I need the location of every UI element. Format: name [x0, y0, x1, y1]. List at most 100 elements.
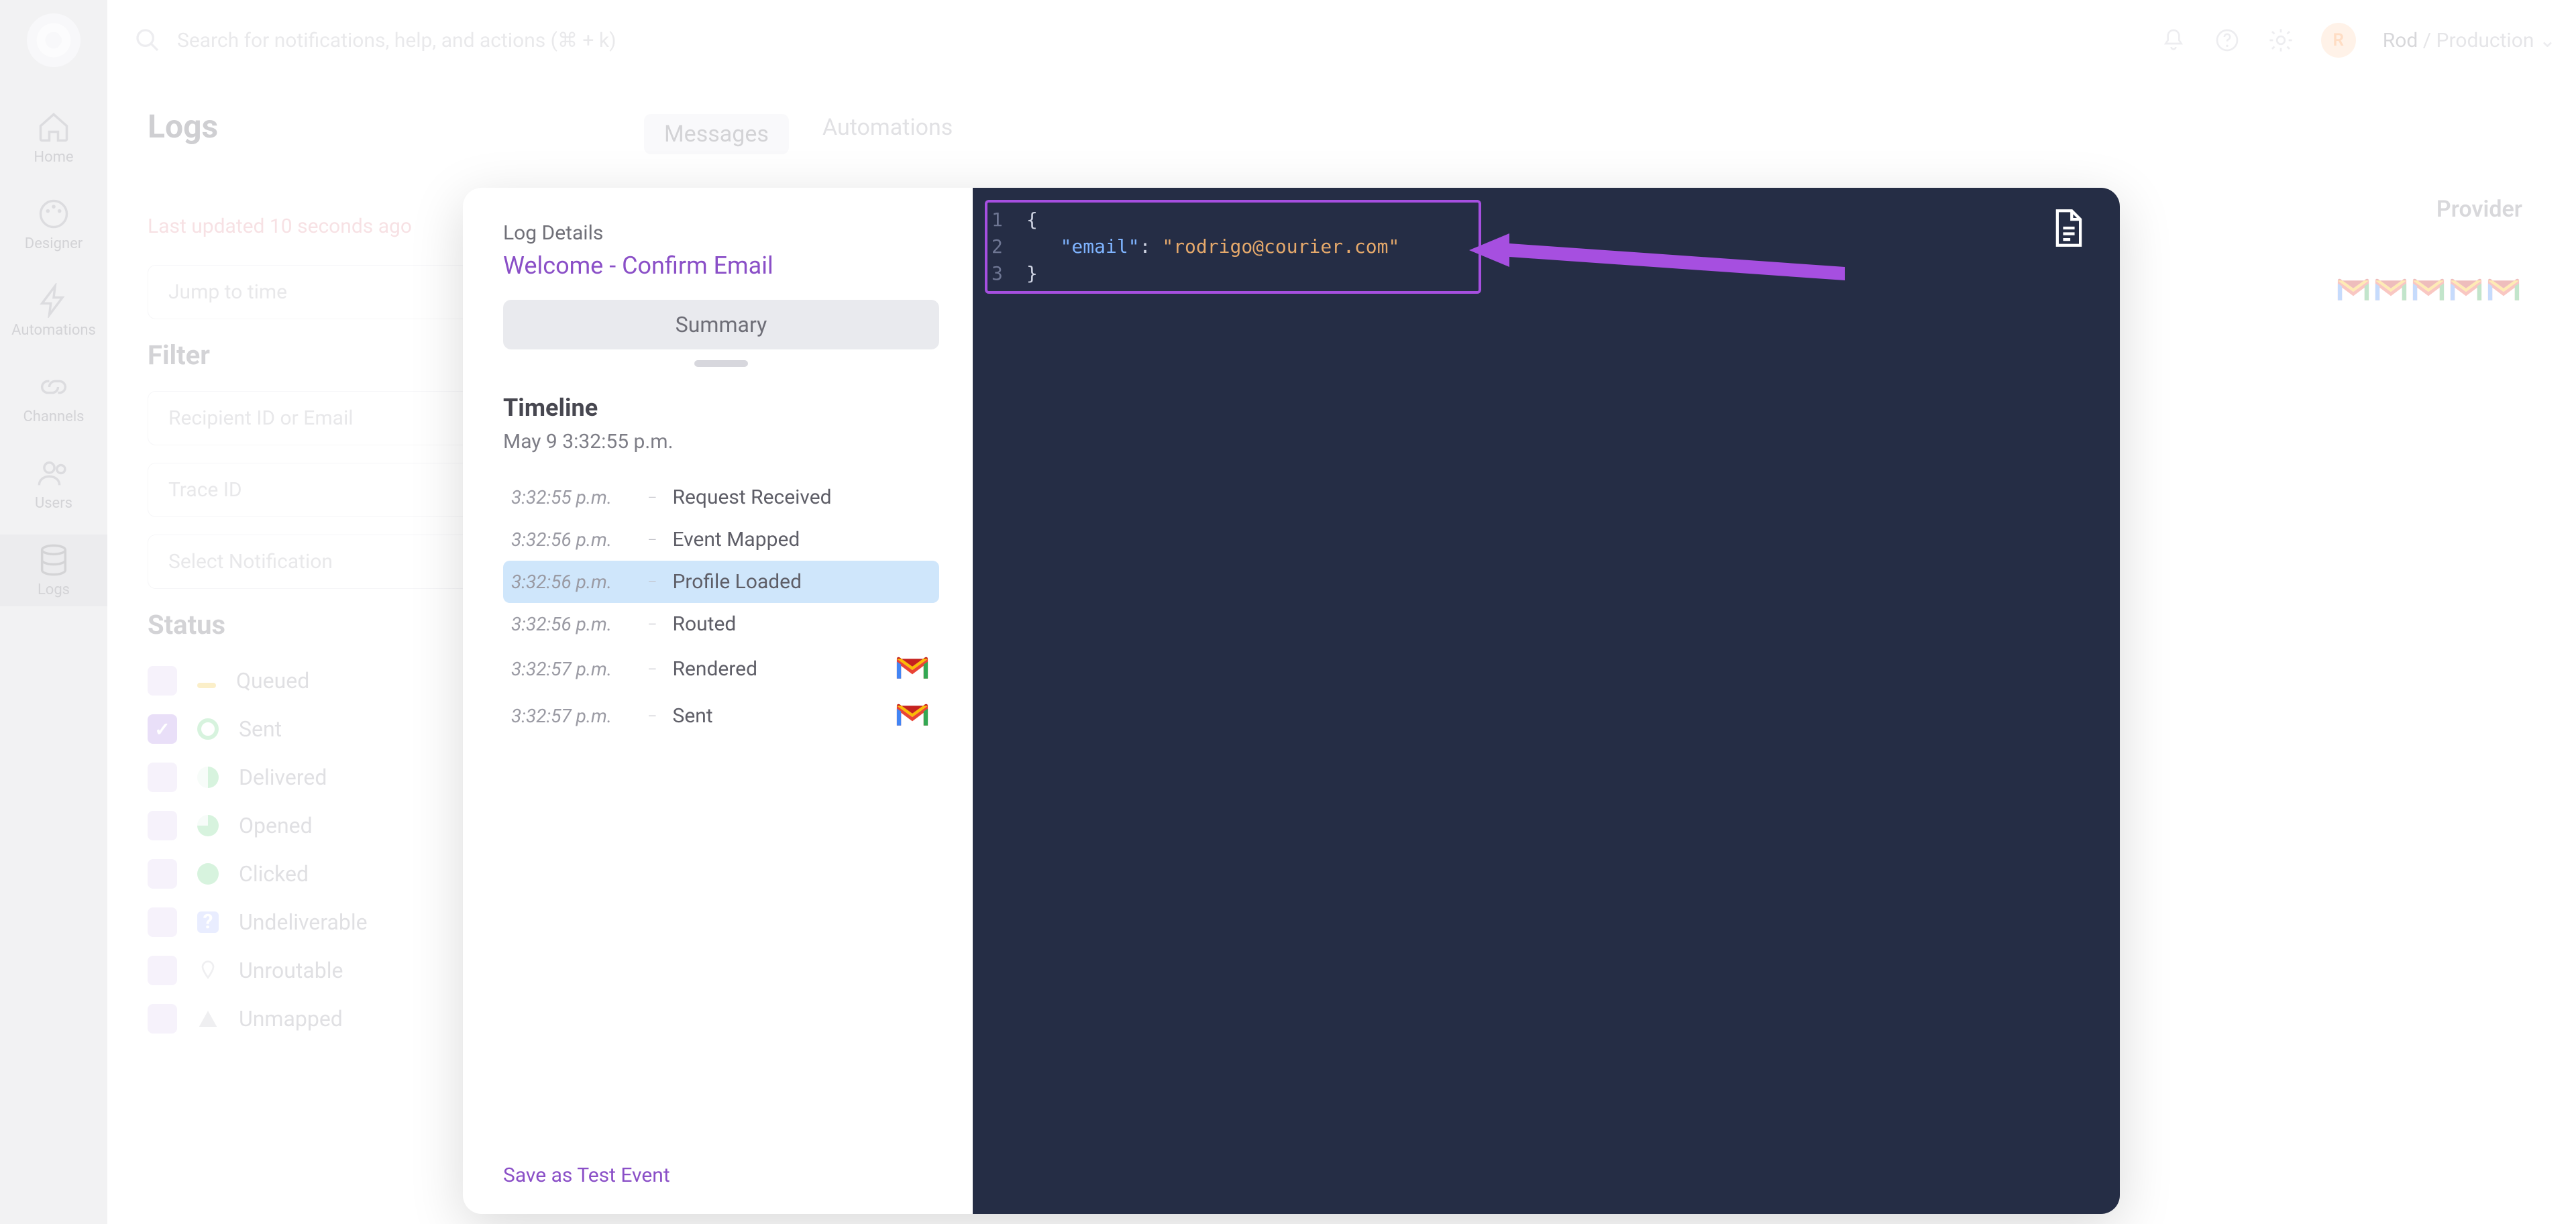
- status-label: Unmapped: [239, 1006, 343, 1032]
- workspace-name: Production: [2436, 29, 2534, 52]
- sidenav-label-channels: Channels: [23, 408, 84, 425]
- sidenav-item-automations[interactable]: Automations: [0, 275, 107, 347]
- timeline-dash: —: [648, 618, 657, 630]
- page-header: Logs: [148, 107, 218, 146]
- gmail-icon: [2410, 276, 2447, 304]
- lightning-icon: [36, 283, 71, 318]
- workspace-switcher[interactable]: Rod / Production ⌄: [2383, 29, 2556, 52]
- timeline-dash: —: [648, 533, 657, 546]
- timeline-event-request-received[interactable]: 3:32:55 p.m.—Request Received: [503, 476, 939, 518]
- summary-tab[interactable]: Summary: [503, 300, 939, 349]
- status-checkbox[interactable]: [148, 956, 177, 985]
- status-row-unroutable[interactable]: Unroutable: [148, 946, 496, 995]
- provider-column: Provider: [2334, 196, 2522, 382]
- logs-left-column: Last updated 10 seconds ago Jump to time…: [148, 215, 496, 1043]
- timeline-event-routed[interactable]: 3:32:56 p.m.—Routed: [503, 603, 939, 645]
- status-indicator-icon: [197, 960, 219, 981]
- status-indicator-icon: ?: [197, 911, 219, 933]
- status-checkbox[interactable]: [148, 907, 177, 937]
- status-label: Delivered: [239, 765, 327, 790]
- gmail-icon: [2372, 276, 2410, 304]
- search-wrap[interactable]: Search for notifications, help, and acti…: [134, 27, 616, 54]
- help-icon[interactable]: [2214, 27, 2241, 54]
- status-checkbox[interactable]: [148, 1004, 177, 1034]
- gear-icon[interactable]: [2267, 27, 2294, 54]
- timeline-time: 3:32:56 p.m.: [511, 571, 632, 593]
- sidenav-item-channels[interactable]: Channels: [0, 361, 107, 433]
- timeline-event-sent[interactable]: 3:32:57 p.m.—Sent: [503, 692, 939, 739]
- save-as-test-event-link[interactable]: Save as Test Event: [503, 1164, 939, 1187]
- search-icon: [134, 27, 161, 54]
- status-row-clicked[interactable]: Clicked: [148, 850, 496, 898]
- tab-messages[interactable]: Messages: [644, 114, 789, 154]
- timeline-dash: —: [648, 491, 657, 504]
- copy-document-icon[interactable]: [2051, 208, 2086, 248]
- sidenav-label-designer: Designer: [25, 235, 83, 252]
- status-label: Undeliverable: [239, 909, 368, 935]
- log-details-modal: Log Details Welcome - Confirm Email Summ…: [463, 188, 2120, 1214]
- tab-automations[interactable]: Automations: [822, 114, 953, 154]
- sidenav-label-home: Home: [34, 149, 73, 166]
- status-checkbox[interactable]: [148, 763, 177, 792]
- user-name: Rod: [2383, 29, 2418, 52]
- topbar: Search for notifications, help, and acti…: [134, 13, 2556, 67]
- status-checkbox[interactable]: [148, 859, 177, 889]
- code-body[interactable]: { "email": "rodrigo@courier.com" }: [1026, 207, 1399, 287]
- status-row-unmapped[interactable]: Unmapped: [148, 995, 496, 1043]
- status-row-sent[interactable]: Sent: [148, 705, 496, 753]
- timeline-time: 3:32:56 p.m.: [511, 528, 632, 551]
- brand-logo[interactable]: [27, 13, 80, 67]
- filter-notification-select[interactable]: Select Notification: [148, 535, 496, 589]
- sidenav-item-designer[interactable]: Designer: [0, 188, 107, 260]
- sidenav-label-automations: Automations: [11, 322, 96, 339]
- status-indicator-icon: [197, 683, 216, 688]
- chevron-down-icon: ⌄: [2539, 29, 2556, 52]
- status-checkbox[interactable]: [148, 811, 177, 840]
- timeline-dash: —: [648, 575, 657, 588]
- filter-trace-input[interactable]: Trace ID: [148, 463, 496, 517]
- sidenav-item-users[interactable]: Users: [0, 448, 107, 520]
- timeline-label: Event Mapped: [673, 528, 932, 551]
- timeline-label: Routed: [673, 612, 932, 636]
- timeline-dash: —: [648, 663, 657, 675]
- code-gutter: 1 2 3: [991, 207, 1003, 287]
- courier-logo-icon: [36, 22, 72, 58]
- status-checkbox[interactable]: [148, 714, 177, 744]
- jump-to-time-input[interactable]: Jump to time: [148, 265, 496, 319]
- modal-code-pane: 1 2 3 { "email": "rodrigo@courier.com" }: [973, 188, 2120, 1214]
- timeline-event-profile-loaded[interactable]: 3:32:56 p.m. — Profile Loaded: [503, 561, 939, 603]
- tabs: Messages Automations: [644, 114, 953, 154]
- status-row-undeliverable[interactable]: ? Undeliverable: [148, 898, 496, 946]
- modal-left-pane: Log Details Welcome - Confirm Email Summ…: [463, 188, 973, 1214]
- status-heading: Status: [148, 609, 496, 641]
- sidenav-item-logs[interactable]: Logs: [0, 535, 107, 606]
- bell-icon[interactable]: [2160, 27, 2187, 54]
- status-indicator-icon: [197, 767, 219, 788]
- provider-header: Provider: [2334, 196, 2522, 223]
- timeline-event-rendered[interactable]: 3:32:57 p.m.—Rendered: [503, 645, 939, 692]
- timeline-event-event-mapped[interactable]: 3:32:56 p.m. — Event Mapped: [503, 518, 939, 561]
- palette-icon: [36, 197, 71, 231]
- modal-subheader: Log Details: [503, 221, 939, 245]
- status-row-delivered[interactable]: Delivered: [148, 753, 496, 801]
- timeline-title: Timeline: [503, 394, 939, 422]
- timeline-label: Sent: [673, 704, 878, 728]
- drag-handle[interactable]: [694, 360, 748, 367]
- status-indicator-icon: [197, 863, 219, 885]
- sidenav-item-home[interactable]: Home: [0, 102, 107, 174]
- timeline-dash: —: [648, 710, 657, 722]
- gmail-icon: [2447, 276, 2485, 304]
- sidenav-label-users: Users: [35, 495, 72, 512]
- timeline-time: 3:32:57 p.m.: [511, 658, 632, 680]
- status-row-queued[interactable]: Queued: [148, 657, 496, 705]
- status-row-opened[interactable]: Opened: [148, 801, 496, 850]
- timeline-label: Profile Loaded: [673, 570, 932, 594]
- status-label: Queued: [236, 668, 309, 693]
- status-checkbox[interactable]: [148, 666, 177, 696]
- status-label: Sent: [239, 716, 282, 742]
- avatar[interactable]: R: [2321, 23, 2356, 58]
- modal-title-link[interactable]: Welcome - Confirm Email: [503, 252, 939, 280]
- gmail-icon: [2334, 276, 2372, 304]
- filter-recipient-input[interactable]: Recipient ID or Email: [148, 391, 496, 445]
- gmail-icon: [2485, 276, 2522, 304]
